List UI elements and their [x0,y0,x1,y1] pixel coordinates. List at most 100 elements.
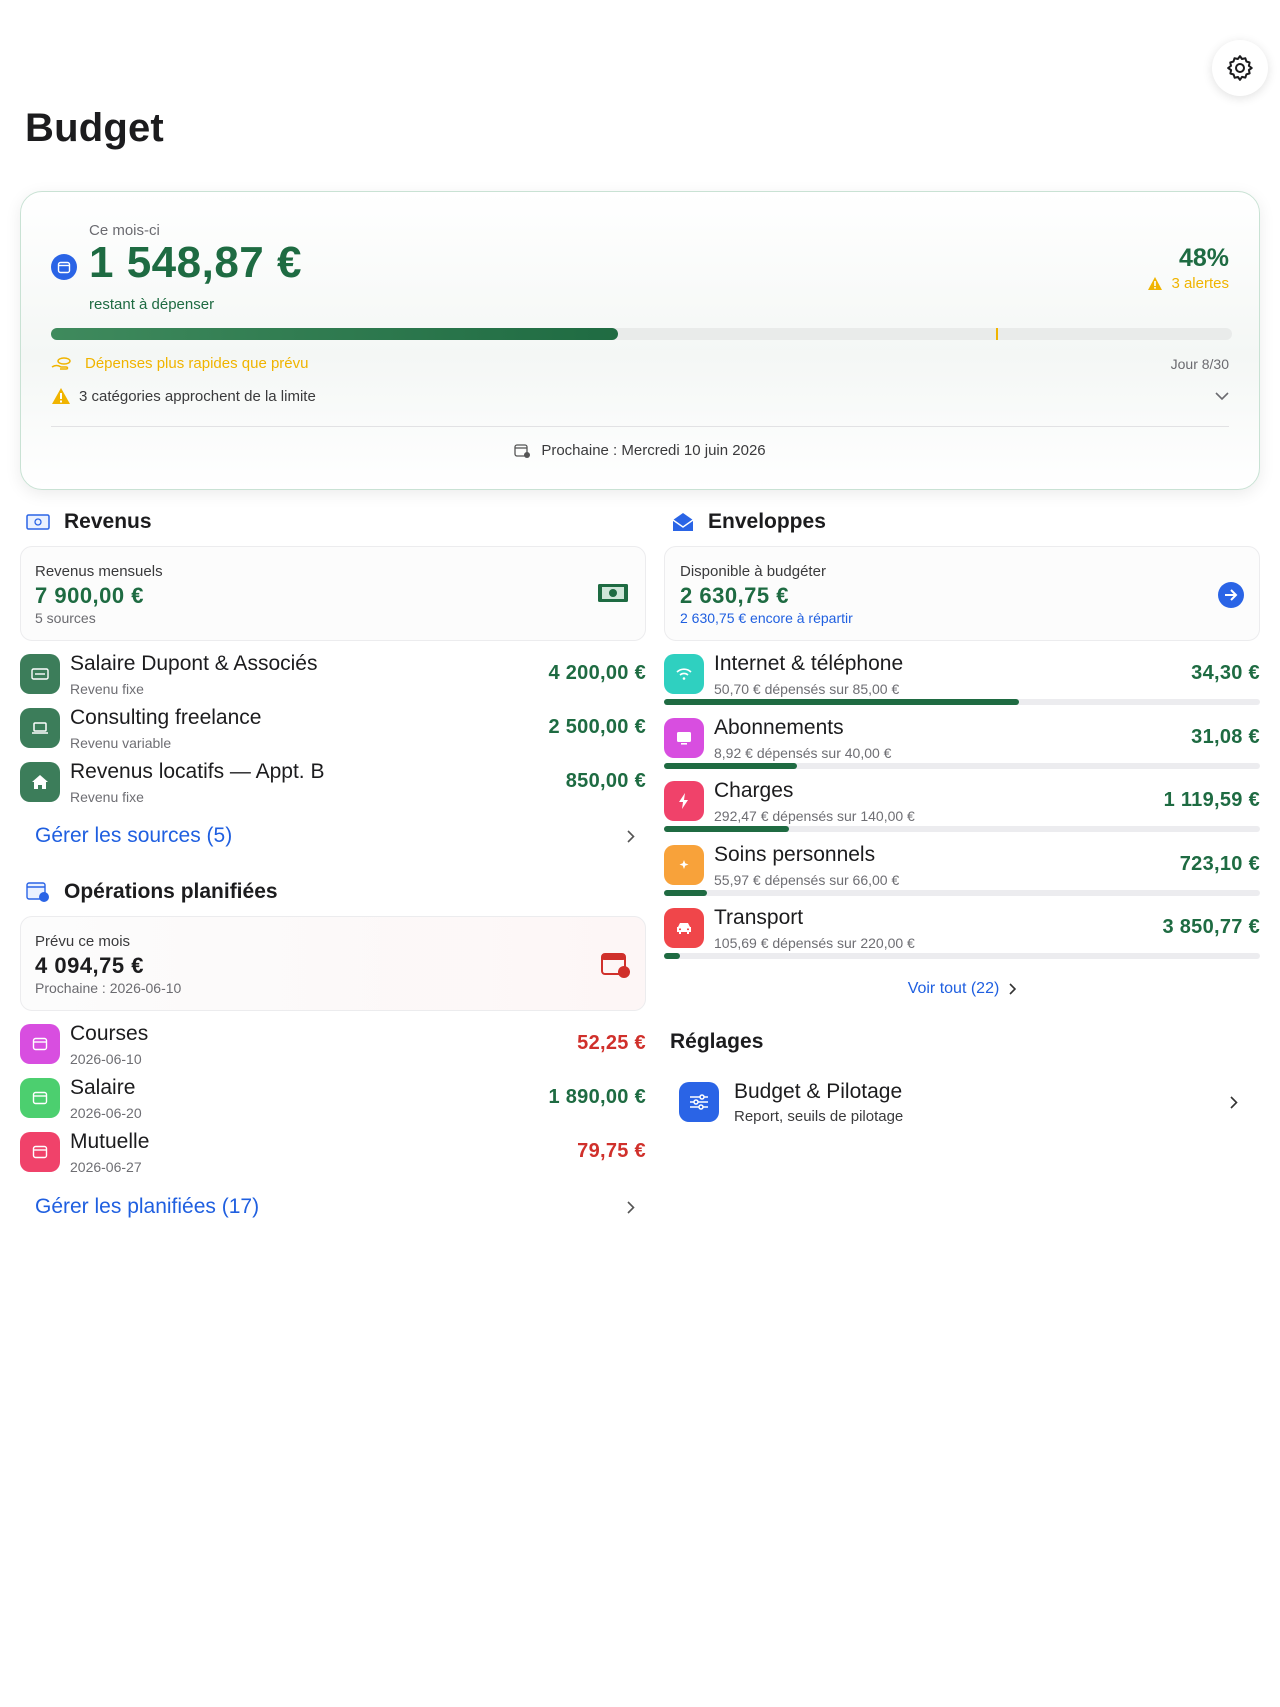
envelope-remaining: 1 119,59 € [1163,789,1260,811]
envelope-title: Charges [714,779,794,802]
envelopes-title: Enveloppes [708,510,826,533]
revenus-summary-card[interactable]: Revenus mensuels 7 900,00 € 5 sources [20,546,646,641]
bolt-icon [664,781,704,821]
chevron-right-icon [1009,983,1017,995]
pace-warning: Dépenses plus rapides que prévu [51,355,308,372]
envelope-row[interactable]: Internet & téléphone 50,70 € dépensés sur… [664,650,1260,714]
revenus-list: Salaire Dupont & Associés Revenu fixe 4 20… [20,650,646,812]
envelope-title: Internet & téléphone [714,652,904,675]
page-title: Budget [25,106,164,150]
calendar-icon [51,254,77,280]
limit-warning-row[interactable]: 3 catégories approchent de la limite [51,387,1229,405]
period-label: Ce mois-ci [89,222,160,239]
revenus-title: Revenus [64,510,152,533]
envelope-remaining: 34,30 € [1191,662,1260,684]
pace-warning-label: Dépenses plus rapides que prévu [85,355,309,372]
envelope-spent: 292,47 € dépensés sur 140,00 € [714,808,915,824]
planned-date: 2026-06-27 [70,1159,142,1175]
planned-title: Opérations planifiées [64,880,278,903]
planned-list: Courses 2026-06-10 52,25 € Salaire 2026-06-2… [20,1020,646,1182]
planned-summary-label: Prévu ce mois [35,933,131,950]
envelope-row[interactable]: Transport 105,69 € dépensés sur 220,00 € 3… [664,904,1260,968]
calendar-alert-icon [601,953,630,978]
envelope-title: Transport [714,906,804,929]
planned-row[interactable]: Mutuelle 2026-06-27 79,75 € [20,1128,646,1182]
planned-date: 2026-06-10 [70,1051,142,1067]
envelope-spent: 55,97 € dépensés sur 66,00 € [714,871,900,888]
calendar-icon [20,1024,60,1064]
planned-summary-card[interactable]: Prévu ce mois 4 094,75 € Prochaine : 202… [20,916,646,1011]
tv-icon [664,717,704,758]
revenue-type: Revenu fixe [70,681,144,697]
envelope-progress-bar [664,699,1260,705]
planned-date: 2026-06-20 [70,1105,142,1121]
planned-header: Opérations planifiées [26,880,278,904]
house-icon [20,762,60,802]
day-marker [995,328,998,340]
alerts-label: 3 alertes [1171,275,1229,292]
sliders-icon [679,1082,719,1122]
chevron-down-icon[interactable] [1215,391,1229,401]
revenue-amount: 4 200,00 € [548,662,646,684]
divider [51,426,1229,427]
planned-amount: 79,75 € [577,1140,646,1162]
revenue-amount: 850,00 € [565,770,646,792]
calendar-icon [20,1078,60,1118]
planned-amount: 1 890,00 € [548,1086,646,1108]
manage-sources-link[interactable]: Gérer les sources (5) [35,824,635,848]
envelopes-summary-card[interactable]: Disponible à budgéter 2 630,75 € 2 630,7… [664,546,1260,641]
revenue-row[interactable]: Revenus locatifs — Appt. B Revenu fixe 850… [20,758,646,812]
settings-button[interactable] [1212,40,1268,96]
gear-icon [1227,55,1253,81]
revenue-title: Salaire Dupont & Associés [70,652,318,675]
envelope-remaining: 723,10 € [1179,852,1260,875]
calendar-icon [20,1132,60,1172]
see-all-label: Voir tout (22) [907,980,1000,997]
envelopes-summary-sub: 2 630,75 € encore à répartir [680,610,853,626]
planned-row[interactable]: Courses 2026-06-10 52,25 € [20,1020,646,1074]
revenue-row[interactable]: Consulting freelance Revenu variable 2 500… [20,704,646,758]
manage-planned-label: Gérer les planifiées (17) [35,1195,260,1218]
sparkle-icon [664,844,704,885]
see-all-envelopes-link[interactable]: Voir tout (22) [664,980,1260,998]
envelopes-summary-amount: 2 630,75 € [680,583,789,608]
revenus-summary-sub: 5 sources [35,610,96,626]
banknote-icon [26,514,50,530]
wifi-icon [664,654,704,694]
arrow-right-icon[interactable] [1218,582,1244,608]
planned-title: Mutuelle [70,1130,150,1153]
day-counter: Jour 8/30 [1170,356,1229,372]
revenue-title: Consulting freelance [70,706,262,729]
month-summary-card[interactable]: Ce mois-ci 1 548,87 € restant à dépenser… [20,191,1260,490]
envelope-remaining: 3 850,77 € [1162,916,1260,938]
calendar-badge-icon [26,882,49,902]
revenus-summary-amount: 7 900,00 € [35,583,144,608]
budget-pilotage-row[interactable]: Budget & Pilotage Report, seuils de pilo… [664,1072,1260,1134]
envelope-row[interactable]: Abonnements 8,92 € dépensés sur 40,00 € 31… [664,714,1260,778]
envelope-progress-bar [664,762,1260,769]
next-operation: Prochaine : Mercredi 10 juin 2026 [21,442,1259,459]
planned-row[interactable]: Salaire 2026-06-20 1 890,00 € [20,1074,646,1128]
laptop-icon [20,708,60,748]
planned-title: Salaire [70,1076,136,1099]
envelope-progress-fill [664,953,681,959]
revenus-summary-label: Revenus mensuels [35,563,163,580]
envelope-spent: 105,69 € dépensés sur 220,00 € [714,935,915,951]
manage-sources-label: Gérer les sources (5) [35,824,233,847]
briefcase-icon [20,654,60,694]
envelope-title: Abonnements [714,715,844,739]
alerts-badge[interactable]: 3 alertes [1147,275,1229,292]
budget-pilotage-title: Budget & Pilotage [734,1080,903,1103]
envelope-row[interactable]: Charges 292,47 € dépensés sur 140,00 € 1 1… [664,777,1260,841]
revenue-title: Revenus locatifs — Appt. B [70,760,325,783]
envelope-icon [672,513,694,531]
revenue-type: Revenu variable [70,735,172,751]
revenue-row[interactable]: Salaire Dupont & Associés Revenu fixe 4 20… [20,650,646,704]
revenus-header: Revenus [26,510,152,534]
calendar-clock-icon [514,443,531,458]
progress-percent: 48% [1178,244,1229,272]
envelope-progress-bar [664,889,1260,896]
manage-planned-link[interactable]: Gérer les planifiées (17) [35,1195,635,1219]
envelope-row[interactable]: Soins personnels 55,97 € dépensés sur 66,… [664,841,1260,905]
envelopes-header: Enveloppes [672,510,826,534]
